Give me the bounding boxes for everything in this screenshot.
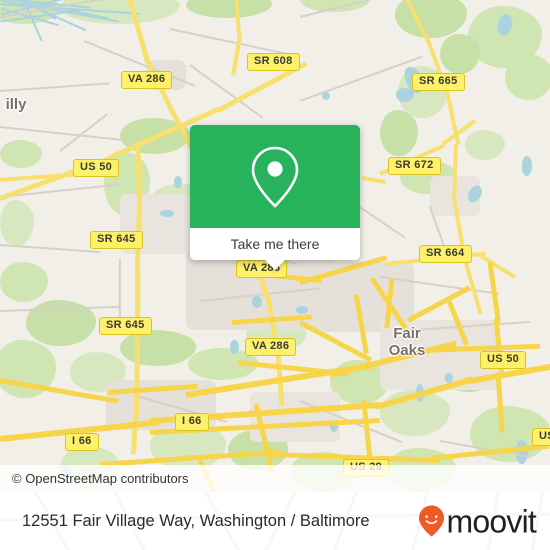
moovit-wordmark: moovit — [446, 503, 537, 539]
minor-road — [0, 126, 130, 142]
highway-sr664 — [476, 252, 517, 280]
address-label: 12551 Fair Village Way, Washington / Bal… — [22, 511, 370, 530]
popup-pointer-arrow — [264, 259, 286, 270]
landuse-area — [0, 140, 42, 168]
location-popup-card[interactable]: Take me there — [190, 125, 360, 270]
water-body — [516, 440, 528, 464]
landuse-area — [0, 200, 34, 246]
road-shield: I 66 — [65, 433, 99, 451]
place-label: Fair Oaks — [388, 325, 426, 359]
road-shield: VA 286 — [121, 71, 173, 89]
highway-sr672 — [361, 176, 386, 185]
map-screenshot: VA 286 SR 608 SR 665 US 50 SR 672 SR 645 SR 66… — [0, 0, 550, 550]
place-label: illy — [5, 96, 27, 113]
landuse-area — [186, 0, 272, 18]
minor-road — [0, 244, 100, 253]
road-shield: SR 645 — [99, 317, 152, 335]
road-shield: US — [532, 428, 550, 446]
road-shield: I 66 — [175, 413, 209, 431]
landuse-area — [465, 130, 505, 160]
road-shield: US 50 — [480, 351, 527, 369]
take-me-there-label: Take me there — [230, 236, 320, 252]
road-shield: SR 664 — [419, 245, 472, 263]
landuse-area — [120, 330, 196, 366]
road-shield: VA 286 — [245, 338, 297, 356]
road-shield: SR 645 — [90, 231, 143, 249]
highway-connector — [406, 285, 471, 323]
minor-road — [0, 82, 110, 92]
moovit-logo[interactable]: moovit — [418, 503, 537, 539]
map-canvas[interactable]: VA 286 SR 608 SR 665 US 50 SR 672 SR 645 SR 66… — [0, 0, 550, 492]
minor-road — [169, 28, 288, 55]
landuse-area — [380, 110, 418, 156]
take-me-there-button[interactable]: Take me there — [190, 228, 360, 270]
water-body — [522, 156, 532, 176]
road-shield: SR 608 — [247, 53, 300, 71]
landuse-area — [505, 54, 550, 100]
map-attribution-bar: © OpenStreetMap contributors — [0, 465, 550, 492]
landuse-area — [395, 0, 467, 38]
attribution-text[interactable]: © OpenStreetMap contributors — [0, 471, 189, 486]
footer-bar: 12551 Fair Village Way, Washington / Bal… — [0, 492, 550, 550]
landuse-area — [440, 34, 480, 74]
popup-header — [190, 125, 360, 228]
highway-sr665 — [462, 255, 483, 315]
location-pin-icon — [251, 146, 299, 208]
road-shield: US 50 — [73, 159, 120, 177]
moovit-pin-icon — [418, 505, 444, 537]
road-shield: SR 665 — [412, 73, 465, 91]
road-shield: SR 672 — [388, 157, 441, 175]
landuse-area — [0, 262, 48, 302]
